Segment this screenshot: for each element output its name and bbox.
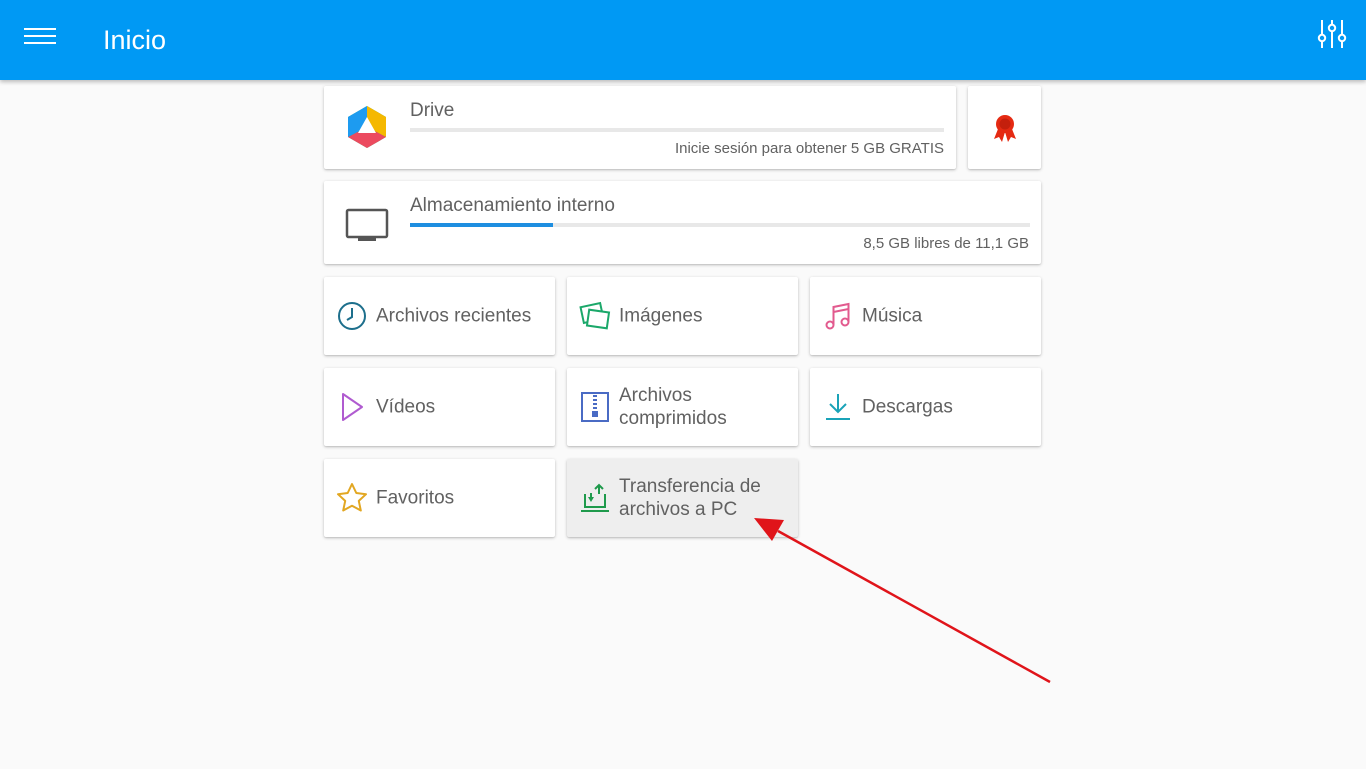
internal-usage-bar xyxy=(410,223,1030,227)
download-icon xyxy=(826,394,850,420)
tile-favorites-label: Favoritos xyxy=(376,487,455,509)
star-icon xyxy=(337,483,367,512)
settings-button[interactable] xyxy=(1314,16,1350,52)
menu-button[interactable] xyxy=(18,20,62,52)
drive-card[interactable]: Drive Inicie sesión para obtener 5 GB GR… xyxy=(324,86,956,169)
award-ribbon-icon xyxy=(994,115,1016,142)
internal-usage-fill xyxy=(410,223,553,227)
zip-icon xyxy=(581,392,609,422)
images-icon xyxy=(579,301,611,330)
internal-storage-name: Almacenamiento interno xyxy=(410,195,615,216)
monitor-icon xyxy=(345,208,389,241)
tile-pc-transfer-label: Transferencia de archivos a PC xyxy=(619,476,761,520)
tile-pc-transfer[interactable]: Transferencia de archivos a PC xyxy=(567,459,798,537)
tile-archives-label: Archivos comprimidos xyxy=(619,385,727,429)
app-bar: Inicio xyxy=(0,0,1366,80)
music-note-icon xyxy=(825,302,850,330)
drive-usage-bar xyxy=(410,128,944,132)
tile-images-label: Imágenes xyxy=(619,305,703,327)
drive-hexagon-logo xyxy=(348,106,386,148)
tile-recent-files[interactable]: Archivos recientes xyxy=(324,277,555,355)
sliders-icon xyxy=(1317,20,1347,48)
tile-archives[interactable]: Archivos comprimidos xyxy=(567,368,798,446)
drive-subtitle: Inicie sesión para obtener 5 GB GRATIS xyxy=(674,140,944,157)
tile-recent-files-label: Archivos recientes xyxy=(376,305,532,327)
laptop-transfer-icon xyxy=(581,483,609,512)
drive-name: Drive xyxy=(410,100,455,121)
premium-button[interactable] xyxy=(968,86,1041,169)
internal-storage-card[interactable]: Almacenamiento interno 8,5 GB libres de … xyxy=(324,181,1041,264)
play-icon xyxy=(342,393,363,421)
tile-music-label: Música xyxy=(862,305,923,327)
internal-storage-subtitle: 8,5 GB libres de 11,1 GB xyxy=(863,235,1029,252)
tile-videos-label: Vídeos xyxy=(376,396,436,418)
tile-videos[interactable]: Vídeos xyxy=(324,368,555,446)
tile-music[interactable]: Música xyxy=(810,277,1041,355)
clock-icon xyxy=(338,302,366,330)
page-title: Inicio xyxy=(103,25,167,55)
tile-images[interactable]: Imágenes xyxy=(567,277,798,355)
tile-favorites[interactable]: Favoritos xyxy=(324,459,555,537)
tile-downloads-label: Descargas xyxy=(862,396,953,418)
tile-downloads[interactable]: Descargas xyxy=(810,368,1041,446)
